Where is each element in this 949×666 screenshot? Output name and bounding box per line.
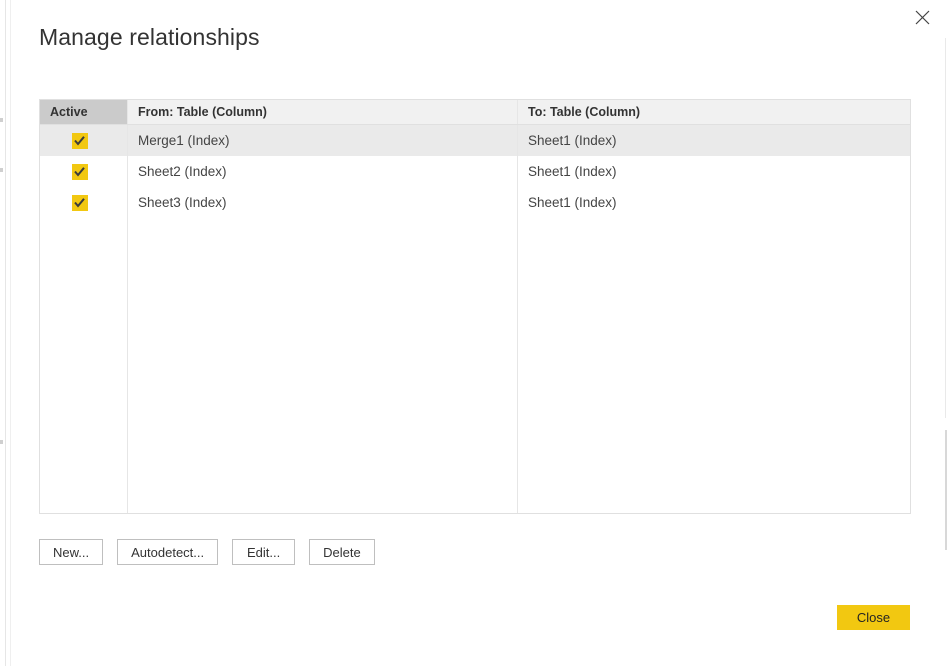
row-active-cell — [40, 156, 127, 187]
background-edge-line — [10, 0, 11, 666]
background-edge-line — [945, 430, 947, 550]
row-active-cell — [40, 187, 127, 218]
background-edge-line — [5, 0, 6, 666]
active-checkbox[interactable] — [71, 194, 88, 211]
table-header-row: Active From: Table (Column) To: Table (C… — [40, 100, 910, 125]
active-checkbox[interactable] — [71, 132, 88, 149]
table-empty-area — [40, 218, 910, 513]
empty-from-column — [127, 218, 517, 513]
row-to-cell: Sheet1 (Index) — [517, 125, 910, 156]
column-header-from[interactable]: From: Table (Column) — [127, 100, 517, 124]
row-from-cell: Merge1 (Index) — [127, 125, 517, 156]
close-window-button[interactable] — [903, 2, 941, 32]
row-to-cell: Sheet1 (Index) — [517, 156, 910, 187]
empty-active-column — [40, 218, 127, 513]
background-edge-line — [945, 38, 946, 418]
background-edge-tick — [0, 440, 3, 444]
close-button[interactable]: Close — [837, 605, 910, 630]
delete-button[interactable]: Delete — [309, 539, 375, 565]
row-from-cell: Sheet3 (Index) — [127, 187, 517, 218]
new-button[interactable]: New... — [39, 539, 104, 565]
edit-button[interactable]: Edit... — [232, 539, 296, 565]
table-row[interactable]: Merge1 (Index) Sheet1 (Index) — [40, 125, 910, 156]
active-checkbox[interactable] — [71, 163, 88, 180]
column-header-active[interactable]: Active — [40, 100, 127, 124]
close-x-icon — [915, 10, 930, 25]
background-edge-tick — [0, 168, 3, 172]
background-edge-tick — [0, 118, 3, 122]
table-row[interactable]: Sheet3 (Index) Sheet1 (Index) — [40, 187, 910, 218]
autodetect-button[interactable]: Autodetect... — [117, 539, 219, 565]
action-button-bar: New... Autodetect... Edit... Delete — [39, 539, 375, 565]
row-from-cell: Sheet2 (Index) — [127, 156, 517, 187]
table-row[interactable]: Sheet2 (Index) Sheet1 (Index) — [40, 156, 910, 187]
page-title: Manage relationships — [39, 24, 260, 50]
relationships-table: Active From: Table (Column) To: Table (C… — [39, 99, 911, 514]
row-to-cell: Sheet1 (Index) — [517, 187, 910, 218]
row-active-cell — [40, 125, 127, 156]
column-header-to[interactable]: To: Table (Column) — [517, 100, 910, 124]
empty-to-column — [517, 218, 910, 513]
